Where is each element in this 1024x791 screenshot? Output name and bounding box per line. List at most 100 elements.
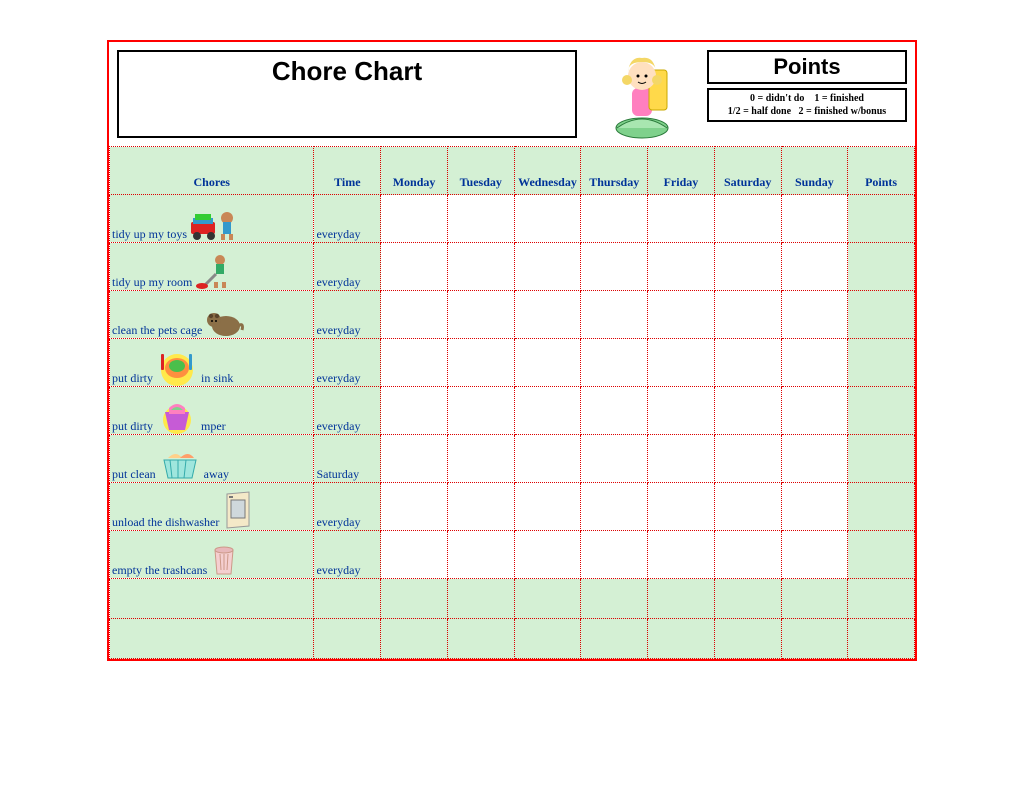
day-cell[interactable] xyxy=(714,195,781,243)
day-cell[interactable] xyxy=(781,243,848,291)
points-cell[interactable] xyxy=(848,435,915,483)
day-cell[interactable] xyxy=(514,291,581,339)
blank-cell xyxy=(110,619,314,659)
day-cell[interactable] xyxy=(581,339,648,387)
day-cell[interactable] xyxy=(581,387,648,435)
chore-text-pre: unload the dishwasher xyxy=(112,515,219,530)
day-cell[interactable] xyxy=(447,531,514,579)
points-cell[interactable] xyxy=(848,195,915,243)
trashcan-icon xyxy=(209,540,239,578)
chore-text-pre: tidy up my toys xyxy=(112,227,187,242)
blank-cell xyxy=(514,619,581,659)
day-cell[interactable] xyxy=(514,387,581,435)
day-cell[interactable] xyxy=(447,291,514,339)
day-cell[interactable] xyxy=(648,435,715,483)
blank-cell xyxy=(581,579,648,619)
day-cell[interactable] xyxy=(514,531,581,579)
day-cell[interactable] xyxy=(648,531,715,579)
day-cell[interactable] xyxy=(381,195,448,243)
chore-text-pre: tidy up my room xyxy=(112,275,192,290)
day-cell[interactable] xyxy=(648,195,715,243)
day-cell[interactable] xyxy=(648,483,715,531)
blank-cell xyxy=(848,579,915,619)
day-cell[interactable] xyxy=(581,195,648,243)
table-row: unload the dishwasher everyday xyxy=(110,483,915,531)
day-cell[interactable] xyxy=(781,531,848,579)
day-cell[interactable] xyxy=(714,483,781,531)
day-cell[interactable] xyxy=(514,339,581,387)
points-cell[interactable] xyxy=(848,387,915,435)
chore-text-pre: put dirty xyxy=(112,419,153,434)
chore-cell: empty the trashcans xyxy=(110,531,314,579)
day-cell[interactable] xyxy=(781,387,848,435)
chore-cell: unload the dishwasher xyxy=(110,483,314,531)
day-cell[interactable] xyxy=(381,483,448,531)
blank-cell xyxy=(648,579,715,619)
points-cell[interactable] xyxy=(848,243,915,291)
day-cell[interactable] xyxy=(581,483,648,531)
chore-grid: Chores Time Monday Tuesday Wednesday Thu… xyxy=(109,146,915,659)
col-thursday: Thursday xyxy=(581,147,648,195)
points-cell[interactable] xyxy=(848,339,915,387)
blank-cell xyxy=(381,579,448,619)
day-cell[interactable] xyxy=(447,339,514,387)
blank-cell xyxy=(581,619,648,659)
day-cell[interactable] xyxy=(447,387,514,435)
time-cell: everyday xyxy=(314,483,381,531)
day-cell[interactable] xyxy=(514,483,581,531)
day-cell[interactable] xyxy=(781,291,848,339)
table-row: put dirtyin sinkeveryday xyxy=(110,339,915,387)
day-cell[interactable] xyxy=(381,339,448,387)
day-cell[interactable] xyxy=(714,243,781,291)
day-cell[interactable] xyxy=(447,243,514,291)
blank-cell xyxy=(381,619,448,659)
header: Chore Chart xyxy=(109,42,915,140)
day-cell[interactable] xyxy=(381,243,448,291)
day-cell[interactable] xyxy=(514,195,581,243)
col-sunday: Sunday xyxy=(781,147,848,195)
points-column: Points 0 = didn't do 1 = finished 1/2 = … xyxy=(707,50,907,122)
day-cell[interactable] xyxy=(381,435,448,483)
day-cell[interactable] xyxy=(447,483,514,531)
day-cell[interactable] xyxy=(648,291,715,339)
table-row: empty the trashcanseveryday xyxy=(110,531,915,579)
day-cell[interactable] xyxy=(447,195,514,243)
day-cell[interactable] xyxy=(714,531,781,579)
day-cell[interactable] xyxy=(581,243,648,291)
points-cell[interactable] xyxy=(848,531,915,579)
day-cell[interactable] xyxy=(381,291,448,339)
day-cell[interactable] xyxy=(714,387,781,435)
chore-cell: tidy up my toys xyxy=(110,195,314,243)
day-cell[interactable] xyxy=(447,435,514,483)
day-cell[interactable] xyxy=(648,243,715,291)
chore-cell: put dirtymper xyxy=(110,387,314,435)
day-cell[interactable] xyxy=(781,195,848,243)
day-cell[interactable] xyxy=(714,435,781,483)
day-cell[interactable] xyxy=(381,531,448,579)
day-cell[interactable] xyxy=(514,435,581,483)
day-cell[interactable] xyxy=(714,291,781,339)
chore-cell: tidy up my room xyxy=(110,243,314,291)
points-cell[interactable] xyxy=(848,291,915,339)
points-title-box: Points xyxy=(707,50,907,84)
day-cell[interactable] xyxy=(581,291,648,339)
day-cell[interactable] xyxy=(714,339,781,387)
day-cell[interactable] xyxy=(781,339,848,387)
day-cell[interactable] xyxy=(381,387,448,435)
table-row: put cleanawaySaturday xyxy=(110,435,915,483)
time-cell: everyday xyxy=(314,531,381,579)
vacuum-icon xyxy=(194,252,240,290)
day-cell[interactable] xyxy=(781,483,848,531)
day-cell[interactable] xyxy=(648,339,715,387)
chore-cell: clean the pets cage xyxy=(110,291,314,339)
day-cell[interactable] xyxy=(514,243,581,291)
blank-cell xyxy=(447,579,514,619)
day-cell[interactable] xyxy=(581,531,648,579)
day-cell[interactable] xyxy=(781,435,848,483)
blank-cell xyxy=(110,579,314,619)
day-cell[interactable] xyxy=(581,435,648,483)
blank-cell xyxy=(447,619,514,659)
day-cell[interactable] xyxy=(648,387,715,435)
points-cell[interactable] xyxy=(848,483,915,531)
points-title: Points xyxy=(773,54,840,79)
